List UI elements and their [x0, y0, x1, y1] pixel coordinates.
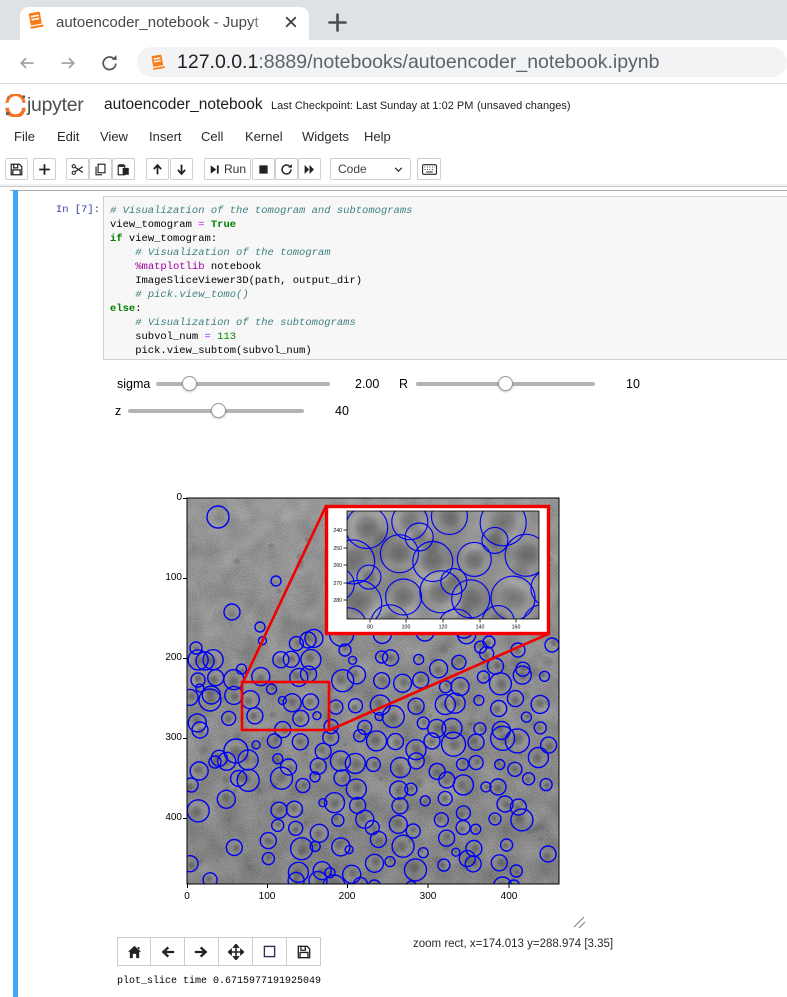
svg-text:120: 120	[439, 625, 448, 631]
svg-text:240: 240	[333, 528, 342, 534]
svg-text:270: 270	[333, 581, 342, 587]
svg-text:140: 140	[476, 625, 485, 631]
svg-text:260: 260	[333, 563, 342, 569]
svg-text:250: 250	[333, 546, 342, 552]
svg-text:100: 100	[402, 625, 411, 631]
svg-text:80: 80	[367, 625, 373, 631]
svg-text:160: 160	[512, 625, 521, 631]
svg-text:280: 280	[333, 598, 342, 604]
